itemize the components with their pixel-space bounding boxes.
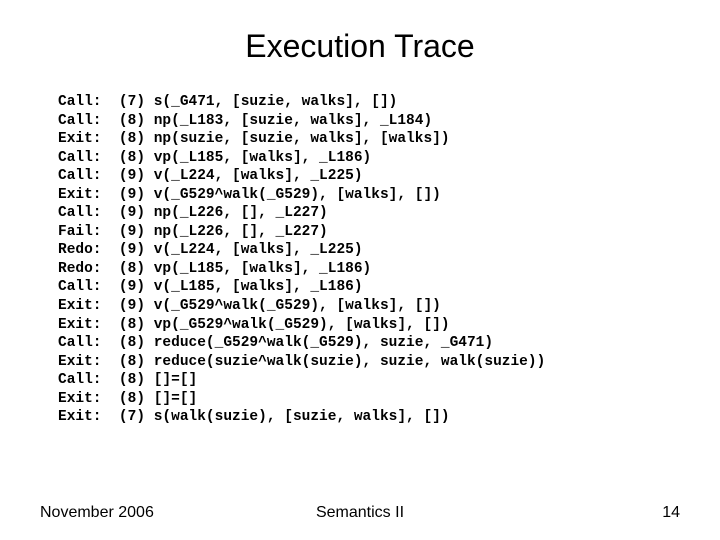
trace-block: Call: (7) s(_G471, [suzie, walks], []) C…: [58, 93, 680, 427]
footer-page-number: 14: [662, 504, 680, 522]
footer-course: Semantics II: [316, 504, 404, 522]
slide: Execution Trace Call: (7) s(_G471, [suzi…: [0, 0, 720, 540]
footer-date: November 2006: [40, 504, 154, 522]
footer: November 2006 Semantics II 14: [0, 504, 720, 522]
page-title: Execution Trace: [40, 28, 680, 65]
